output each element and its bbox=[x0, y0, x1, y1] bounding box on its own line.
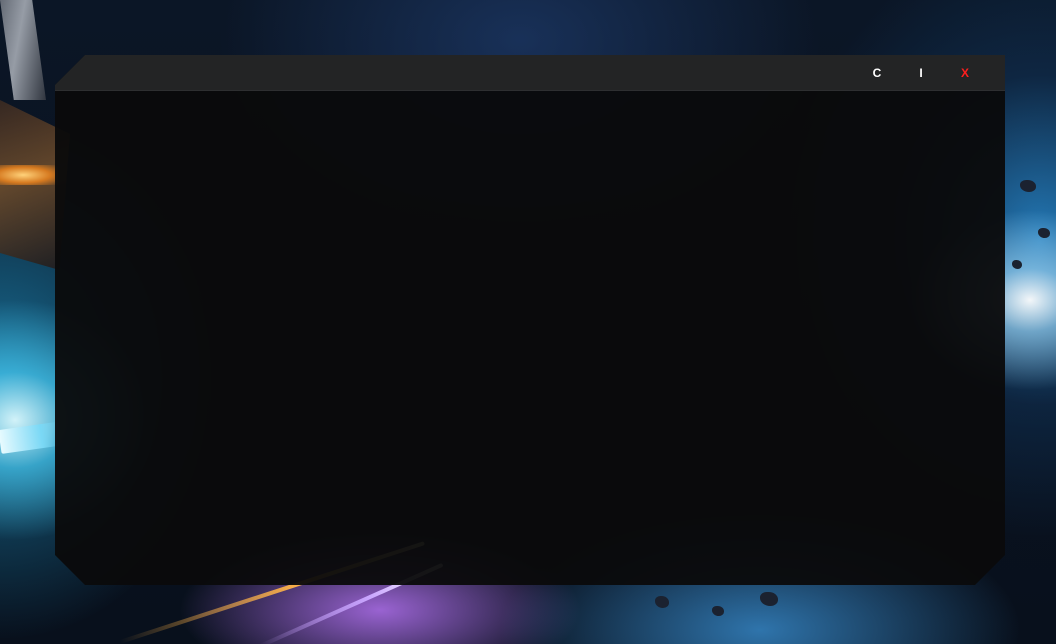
wallpaper-light-streak bbox=[0, 421, 62, 454]
window-controls: C I X bbox=[855, 55, 987, 90]
close-button[interactable]: X bbox=[943, 55, 987, 90]
wallpaper-asteroid bbox=[712, 606, 724, 616]
wallpaper-asteroid bbox=[1020, 180, 1036, 192]
wallpaper-ship-strut bbox=[0, 0, 46, 100]
app-window: C I X bbox=[55, 55, 1005, 585]
wallpaper-ship-light bbox=[0, 165, 58, 185]
i-button[interactable]: I bbox=[899, 55, 943, 90]
window-title-bar[interactable]: C I X bbox=[55, 55, 1005, 91]
wallpaper-asteroid bbox=[655, 596, 669, 608]
wallpaper-asteroid bbox=[760, 592, 778, 606]
wallpaper-asteroid bbox=[1012, 260, 1022, 269]
c-button[interactable]: C bbox=[855, 55, 899, 90]
window-content-area bbox=[55, 91, 1005, 585]
wallpaper-asteroid bbox=[1038, 228, 1050, 238]
